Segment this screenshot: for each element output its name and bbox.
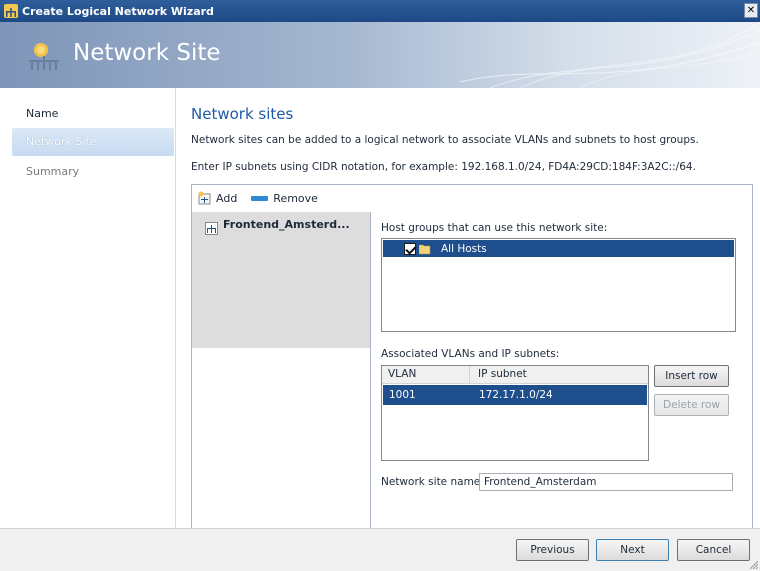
window-title: Create Logical Network Wizard <box>22 4 214 18</box>
column-divider <box>469 366 470 384</box>
remove-icon <box>251 195 269 201</box>
wizard-nav: Name Network Site Summary <box>0 88 176 528</box>
add-button[interactable]: Add <box>198 191 237 205</box>
next-button[interactable]: Next <box>596 539 669 561</box>
column-header-ip-subnet[interactable]: IP subnet <box>478 368 527 380</box>
all-hosts-checkbox[interactable] <box>404 242 416 255</box>
banner-decoration <box>460 22 760 88</box>
cancel-button[interactable]: Cancel <box>677 539 750 561</box>
site-name-input[interactable]: Frontend_Amsterdam <box>479 473 733 491</box>
vlan-table[interactable]: VLAN IP subnet 1001 172.17.1.0/24 <box>381 365 649 461</box>
main-content: Network sites Network sites can be added… <box>177 88 760 571</box>
wizard-banner: Network Site <box>0 22 760 88</box>
site-detail: Host groups that can use this network si… <box>372 212 752 571</box>
vlan-cell[interactable]: 1001 <box>389 389 416 401</box>
resize-grip-icon[interactable] <box>750 561 758 569</box>
insert-row-button[interactable]: Insert row <box>654 365 729 387</box>
host-groups-label: Host groups that can use this network si… <box>381 222 608 234</box>
remove-button[interactable]: Remove <box>243 192 318 205</box>
add-site-icon <box>198 191 211 205</box>
site-name: Frontend_Amsterd... <box>223 218 350 231</box>
previous-button[interactable]: Previous <box>516 539 589 561</box>
site-list[interactable]: Frontend_Amsterd... <box>192 212 371 571</box>
delete-row-button[interactable]: Delete row <box>654 394 729 416</box>
table-row[interactable]: 1001 172.17.1.0/24 <box>383 385 647 405</box>
network-site-icon <box>205 222 218 235</box>
folder-icon <box>419 244 431 254</box>
close-button[interactable]: ✕ <box>744 3 758 18</box>
network-icon <box>4 4 18 18</box>
window-titlebar[interactable]: Create Logical Network Wizard ✕ <box>0 0 760 22</box>
table-header: VLAN IP subnet <box>382 366 648 384</box>
sites-toolbar: Add Remove <box>192 185 752 211</box>
column-header-vlan[interactable]: VLAN <box>388 368 416 380</box>
host-group-name: All Hosts <box>441 242 487 255</box>
page-title: Network sites <box>191 105 294 123</box>
list-item[interactable]: All Hosts <box>383 240 734 257</box>
vlans-label: Associated VLANs and IP subnets: <box>381 348 560 360</box>
banner-title: Network Site <box>73 40 221 66</box>
host-groups-list[interactable]: All Hosts <box>381 238 736 332</box>
remove-label: Remove <box>273 191 318 205</box>
list-item[interactable]: Frontend_Amsterd... <box>192 212 370 348</box>
network-site-icon <box>29 43 59 70</box>
wizard-footer: Previous Next Cancel <box>0 528 760 571</box>
nav-item-network-site[interactable]: Network Site <box>12 128 174 156</box>
ip-subnet-cell[interactable]: 172.17.1.0/24 <box>479 389 553 401</box>
network-sites-panel: Add Remove Frontend_Amsterd... Host grou… <box>191 184 753 571</box>
site-name-label: Network site name: <box>381 476 484 488</box>
add-label: Add <box>216 191 238 205</box>
page-description: Network sites can be added to a logical … <box>191 134 699 146</box>
nav-item-name[interactable]: Name <box>12 100 174 128</box>
nav-item-summary[interactable]: Summary <box>12 158 174 186</box>
cidr-hint: Enter IP subnets using CIDR notation, fo… <box>191 161 696 173</box>
